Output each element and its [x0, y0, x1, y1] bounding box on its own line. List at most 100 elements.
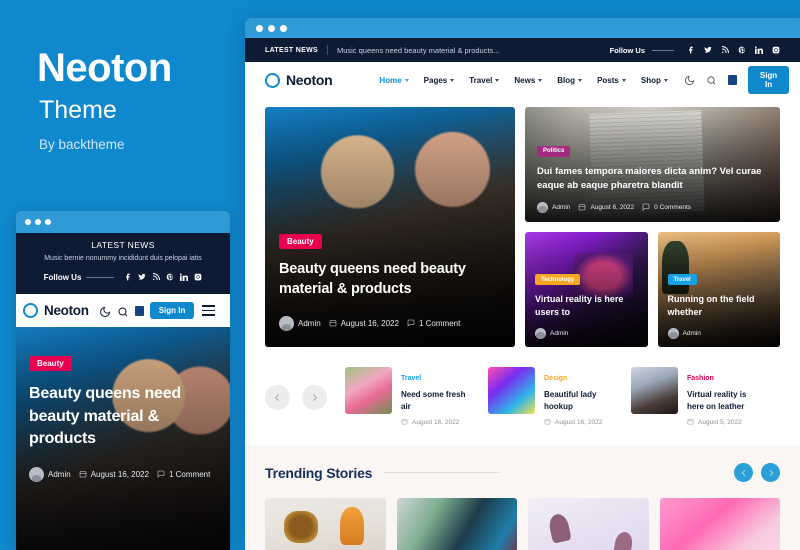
nav-item-blog[interactable]: Blog: [557, 76, 583, 85]
trending-nav: [734, 463, 780, 483]
list-item[interactable]: Design Beautiful lady hookup August 16, …: [488, 367, 618, 427]
linkedin-icon[interactable]: [755, 46, 763, 54]
nav-item-shop[interactable]: Shop: [641, 76, 668, 85]
moon-icon[interactable]: [684, 75, 695, 86]
follow-us-group: Follow Us: [610, 46, 780, 55]
trending-card[interactable]: [659, 498, 780, 550]
site-header: Neoton Home Pages Travel News Blog Posts…: [245, 62, 800, 98]
author-meta: Admin: [667, 328, 701, 339]
page-author: By backtheme: [39, 137, 125, 152]
list-item[interactable]: Travel Need some fresh air August 16, 20…: [345, 367, 475, 427]
nav-item-news[interactable]: News: [514, 76, 543, 85]
nav-label: Posts: [597, 75, 619, 85]
page-subtitle: Theme: [39, 96, 117, 124]
category-label[interactable]: Fashion: [687, 375, 714, 382]
search-icon[interactable]: [117, 305, 129, 317]
twitter-icon[interactable]: [704, 46, 712, 54]
instagram-icon[interactable]: [194, 268, 202, 286]
status-badge[interactable]: Beauty: [279, 233, 322, 249]
comment-count: 1 Comment: [168, 470, 211, 480]
facebook-icon[interactable]: [124, 268, 132, 286]
comment-icon: [157, 470, 165, 480]
trending-card[interactable]: [265, 498, 386, 550]
section-title: Trending Stories: [265, 464, 373, 481]
rss-icon[interactable]: [721, 46, 729, 54]
hero-right-column: Politics Dui fames tempora maiores dicta…: [525, 107, 780, 347]
article-meta: Admin: [667, 328, 773, 339]
chevron-down-icon: [538, 78, 543, 82]
status-badge[interactable]: Technology: [535, 274, 581, 286]
mobile-hero-article[interactable]: Beauty Beauty queens need beauty materia…: [16, 327, 230, 550]
search-icon[interactable]: [706, 75, 717, 86]
article-meta: Admin August 6, 2022 0 Comments: [537, 202, 768, 213]
mobile-hero-title: Beauty queens need beauty material & pro…: [29, 385, 182, 448]
mobile-topbar: LATEST NEWS Music bernie nonummy incidid…: [16, 233, 230, 294]
nav-item-pages[interactable]: Pages: [424, 76, 455, 85]
chevron-down-icon: [621, 78, 626, 82]
status-badge[interactable]: Travel: [667, 274, 697, 286]
comments-meta: 1 Comment: [157, 470, 210, 480]
author-name: Admin: [48, 470, 71, 480]
latest-news-ticker[interactable]: Music queens need beauty material & prod…: [337, 46, 500, 55]
trending-next-button[interactable]: [761, 463, 780, 483]
nav-item-home[interactable]: Home: [379, 76, 409, 85]
avatar: [29, 467, 44, 483]
date-meta: August 16, 2022: [79, 470, 149, 480]
window-dot-close-icon[interactable]: [256, 24, 263, 32]
cart-icon[interactable]: [727, 75, 737, 85]
window-dot-maximize-icon[interactable]: [280, 24, 287, 32]
cart-icon[interactable]: [134, 305, 144, 316]
status-badge[interactable]: Politics: [537, 145, 571, 157]
trending-cards: [265, 498, 780, 550]
trending-card[interactable]: [528, 498, 649, 550]
author-name: Admin: [682, 330, 701, 337]
date-meta: August 16, 2022: [401, 418, 475, 427]
signin-button[interactable]: Sign In: [747, 66, 790, 94]
nav-item-travel[interactable]: Travel: [469, 76, 500, 85]
instagram-icon[interactable]: [772, 46, 780, 54]
hero-travel-article[interactable]: Travel Running on the field whether Admi…: [657, 232, 780, 347]
window-dot-minimize-icon[interactable]: [268, 24, 275, 32]
thumbnail: [488, 367, 535, 414]
chevron-down-icon: [404, 78, 409, 82]
trending-stories-section: Trending Stories: [245, 445, 800, 550]
linkedin-icon[interactable]: [180, 268, 189, 286]
author-name: Admin: [552, 204, 571, 211]
list-item[interactable]: Fashion Virtual reality is here on leath…: [631, 367, 761, 427]
author-name: Admin: [298, 319, 321, 328]
facebook-icon[interactable]: [687, 46, 695, 54]
nav-label: Pages: [423, 75, 448, 85]
hero-politics-article[interactable]: Politics Dui fames tempora maiores dicta…: [525, 107, 780, 222]
hero-technology-article[interactable]: Technology Virtual reality is here users…: [525, 232, 648, 347]
pinterest-icon[interactable]: [166, 268, 174, 286]
rss-icon[interactable]: [152, 268, 161, 286]
publish-date: August 6, 2022: [590, 204, 635, 211]
author-meta: Admin: [535, 328, 568, 339]
trending-card[interactable]: [396, 498, 517, 550]
hero-main-article[interactable]: Beauty Beauty queens need beauty materia…: [265, 107, 515, 347]
left-intro-panel: Neoton Theme By backtheme LATEST NEWS Mu…: [0, 0, 245, 550]
nav-item-posts[interactable]: Posts: [597, 76, 626, 85]
category-label[interactable]: Design: [544, 375, 567, 382]
hamburger-menu-icon[interactable]: [202, 305, 216, 316]
site-logo[interactable]: Neoton: [265, 72, 333, 88]
carousel-prev-button[interactable]: [265, 384, 290, 410]
mobile-signin-button[interactable]: Sign In: [149, 302, 195, 319]
moon-icon[interactable]: [99, 305, 111, 317]
window-dot-minimize-icon: [35, 219, 41, 225]
pinterest-icon[interactable]: [738, 46, 746, 54]
calendar-icon: [329, 319, 337, 329]
carousel-next-button[interactable]: [302, 384, 327, 410]
chevron-down-icon: [450, 78, 455, 82]
twitter-icon[interactable]: [138, 268, 147, 286]
trending-prev-button[interactable]: [734, 463, 753, 483]
mobile-logo-text[interactable]: Neoton: [44, 303, 89, 318]
category-label[interactable]: Travel: [401, 375, 421, 382]
follow-us-label: Follow Us: [609, 45, 645, 55]
author-name: Admin: [550, 330, 569, 337]
status-badge[interactable]: Beauty: [29, 356, 72, 371]
mobile-latest-news-text[interactable]: Music bernie nonummy incididunt duis pel…: [22, 255, 224, 262]
article-meta: Admin: [535, 328, 640, 339]
calendar-icon: [578, 203, 586, 213]
logo-ring-icon: [23, 303, 38, 318]
